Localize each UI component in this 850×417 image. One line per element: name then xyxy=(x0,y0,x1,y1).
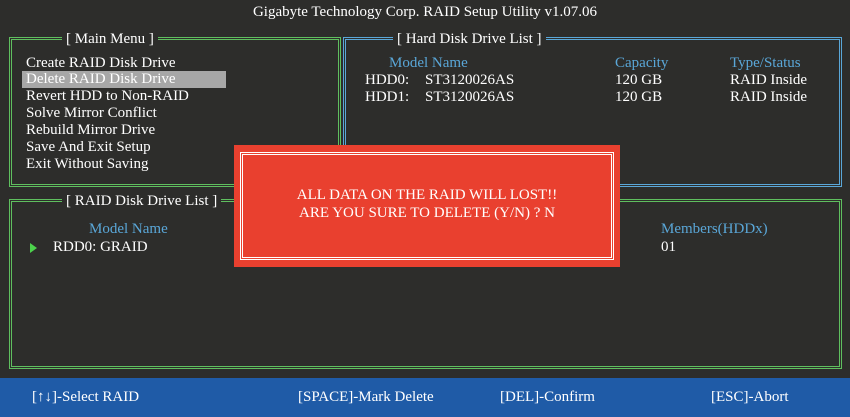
footer-abort-hint: [ESC]-Abort xyxy=(711,389,789,405)
menu-item-save-exit[interactable]: Save And Exit Setup xyxy=(22,139,155,156)
hdd-header-type: Type/Status xyxy=(730,55,801,71)
menu-item-exit-without-saving[interactable]: Exit Without Saving xyxy=(22,156,152,173)
raid-header-members: Members(HDDx) xyxy=(661,221,768,237)
hdd-row-id: HDD0: xyxy=(365,72,410,88)
hdd-header-capacity: Capacity xyxy=(615,55,669,71)
hdd-row-type: RAID Inside xyxy=(730,89,808,105)
delete-confirm-dialog[interactable]: ALL DATA ON THE RAID WILL LOST!! ARE YOU… xyxy=(234,145,620,267)
hdd-row-id: HDD1: xyxy=(365,89,410,105)
menu-item-delete-raid[interactable]: Delete RAID Disk Drive xyxy=(22,71,226,88)
raid-header-model: Model Name xyxy=(89,221,168,237)
menu-item-create-raid[interactable]: Create RAID Disk Drive xyxy=(22,55,180,72)
hdd-header-model: Model Name xyxy=(389,55,468,71)
hdd-row-capacity: 120 GB xyxy=(615,72,663,88)
dialog-warning-text: ALL DATA ON THE RAID WILL LOST!! xyxy=(296,187,558,203)
footer-bar: [↑↓]-Select RAID [SPACE]-Mark Delete [DE… xyxy=(0,378,850,417)
app-title: Gigabyte Technology Corp. RAID Setup Uti… xyxy=(252,4,598,20)
raid-row-members: 01 xyxy=(661,239,676,255)
hdd-row-capacity: 120 GB xyxy=(615,89,663,105)
hdd-row-model: ST3120026AS xyxy=(425,72,515,88)
menu-item-revert-hdd[interactable]: Revert HDD to Non-RAID xyxy=(22,88,193,105)
hdd-row-type: RAID Inside xyxy=(730,72,808,88)
raid-list-label: [ RAID Disk Drive List ] xyxy=(62,192,222,210)
footer-mark-hint: [SPACE]-Mark Delete xyxy=(298,389,434,405)
selection-pointer-icon xyxy=(30,243,37,253)
hdd-list-label: [ Hard Disk Drive List ] xyxy=(393,30,546,48)
footer-select-hint: [↑↓]-Select RAID xyxy=(32,389,140,405)
footer-confirm-hint: [DEL]-Confirm xyxy=(500,389,595,405)
dialog-prompt-text: ARE YOU SURE TO DELETE (Y/N) ? N xyxy=(299,205,555,221)
menu-item-rebuild-mirror[interactable]: Rebuild Mirror Drive xyxy=(22,122,159,139)
main-menu-label: [ Main Menu ] xyxy=(62,30,158,48)
menu-item-solve-mirror[interactable]: Solve Mirror Conflict xyxy=(22,105,161,122)
hdd-row-model: ST3120026AS xyxy=(425,89,515,105)
raid-row-name[interactable]: RDD0: GRAID xyxy=(53,239,148,256)
